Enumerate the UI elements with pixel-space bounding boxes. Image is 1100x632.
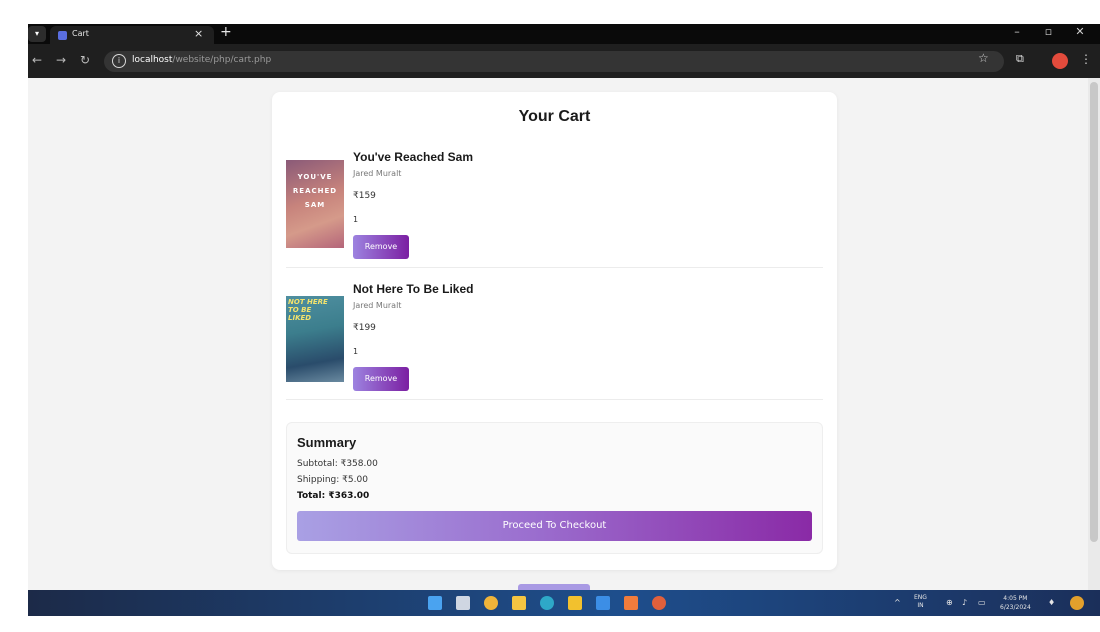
window-controls: – ▫ ✕ <box>1003 25 1094 38</box>
battery-icon[interactable]: ▭ <box>978 598 986 607</box>
item-quantity: 1 <box>353 215 359 224</box>
cart-card: Your Cart YOU'VE REACHED SAM You've Reac… <box>272 92 837 570</box>
tab-cart[interactable]: Cart × <box>50 26 214 44</box>
minimize-icon[interactable]: – <box>1003 25 1031 38</box>
region-code: IN <box>917 602 924 609</box>
favicon-icon <box>58 31 67 40</box>
bookmark-star-icon[interactable]: ☆ <box>978 51 989 65</box>
cart-item: NOT HERE TO BE LIKED Not Here To Be Like… <box>286 274 823 400</box>
windows-start-icon[interactable] <box>428 596 442 610</box>
page-title: Your Cart <box>518 108 591 125</box>
edge-icon[interactable] <box>540 596 554 610</box>
screenshot-frame: ▾ Cart × + – ▫ ✕ ← → ↻ i localhost/websi… <box>0 0 1100 632</box>
maximize-icon[interactable]: ▫ <box>1035 25 1063 38</box>
item-title: Not Here To Be Liked <box>353 282 474 296</box>
page-content: Your Cart YOU'VE REACHED SAM You've Reac… <box>28 78 1088 592</box>
xampp-icon[interactable] <box>624 596 638 610</box>
address-url[interactable]: localhost/website/php/cart.php <box>132 55 271 65</box>
copilot-icon[interactable] <box>1070 596 1084 610</box>
app-icon[interactable] <box>652 596 666 610</box>
tab-strip: ▾ Cart × + – ▫ ✕ <box>28 24 1100 44</box>
sticky-notes-icon[interactable] <box>568 596 582 610</box>
scrollbar-thumb[interactable] <box>1090 82 1098 542</box>
item-quantity: 1 <box>353 347 359 356</box>
item-author: Jared Muralt <box>353 169 402 178</box>
language-code: ENG <box>914 594 927 601</box>
windows-taskbar: ^ ENG IN ⊕ ♪ ▭ 4:05 PM 6/23/2024 ♦ <box>28 590 1100 616</box>
back-icon[interactable]: ← <box>32 53 42 67</box>
file-explorer-icon[interactable] <box>512 596 526 610</box>
site-info-icon[interactable]: i <box>112 54 126 68</box>
tray-chevron-icon[interactable]: ^ <box>894 598 901 607</box>
remove-button[interactable]: Remove <box>353 367 409 391</box>
clock-date: 6/23/2024 <box>1000 604 1031 611</box>
total-text: Total: ₹363.00 <box>297 491 370 501</box>
profile-avatar[interactable] <box>1052 53 1068 69</box>
close-window-icon[interactable]: ✕ <box>1066 25 1094 38</box>
item-author: Jared Muralt <box>353 301 402 310</box>
forward-icon[interactable]: → <box>56 53 66 67</box>
browser-menu-icon[interactable]: ⋮ <box>1080 52 1092 66</box>
cart-item: YOU'VE REACHED SAM You've Reached Sam Ja… <box>286 142 823 268</box>
chrome-icon[interactable] <box>484 596 498 610</box>
extensions-icon[interactable]: ⧉ <box>1016 52 1024 66</box>
clock-time: 4:05 PM <box>1003 595 1028 602</box>
tab-close-icon[interactable]: × <box>194 27 203 40</box>
browser-toolbar: ← → ↻ i localhost/website/php/cart.php ☆… <box>28 44 1100 78</box>
cover-title: NOT HERE TO BE LIKED <box>288 298 328 322</box>
remove-button[interactable]: Remove <box>353 235 409 259</box>
subtotal-text: Subtotal: ₹358.00 <box>297 459 378 469</box>
language-indicator[interactable]: ENG IN <box>914 594 927 610</box>
address-bar[interactable]: i localhost/website/php/cart.php <box>104 51 1004 72</box>
book-cover-image: NOT HERE TO BE LIKED <box>286 296 344 382</box>
shipping-text: Shipping: ₹5.00 <box>297 475 368 485</box>
notification-bell-icon[interactable]: ♦ <box>1048 598 1055 607</box>
tab-search-icon[interactable]: ▾ <box>28 26 46 42</box>
order-summary: Summary Subtotal: ₹358.00 Shipping: ₹5.0… <box>286 422 823 554</box>
cover-title: YOU'VE REACHED SAM <box>292 173 338 209</box>
summary-title: Summary <box>297 435 357 450</box>
item-title: You've Reached Sam <box>353 150 474 164</box>
clock[interactable]: 4:05 PM 6/23/2024 <box>1000 594 1031 612</box>
task-view-icon[interactable] <box>456 596 470 610</box>
url-path: /website/php/cart.php <box>172 55 272 65</box>
reload-icon[interactable]: ↻ <box>80 53 90 67</box>
item-price: ₹159 <box>353 191 376 201</box>
item-price: ₹199 <box>353 323 376 333</box>
new-tab-icon[interactable]: + <box>220 24 232 40</box>
url-host: localhost <box>132 55 173 65</box>
network-icon[interactable]: ⊕ <box>946 598 953 607</box>
page-scrollbar[interactable] <box>1088 78 1100 590</box>
screen: ▾ Cart × + – ▫ ✕ ← → ↻ i localhost/websi… <box>28 24 1100 616</box>
tab-title: Cart <box>72 29 89 38</box>
checkout-button[interactable]: Proceed To Checkout <box>297 511 812 541</box>
mail-icon[interactable] <box>596 596 610 610</box>
book-cover-image: YOU'VE REACHED SAM <box>286 160 344 248</box>
volume-icon[interactable]: ♪ <box>962 598 967 607</box>
